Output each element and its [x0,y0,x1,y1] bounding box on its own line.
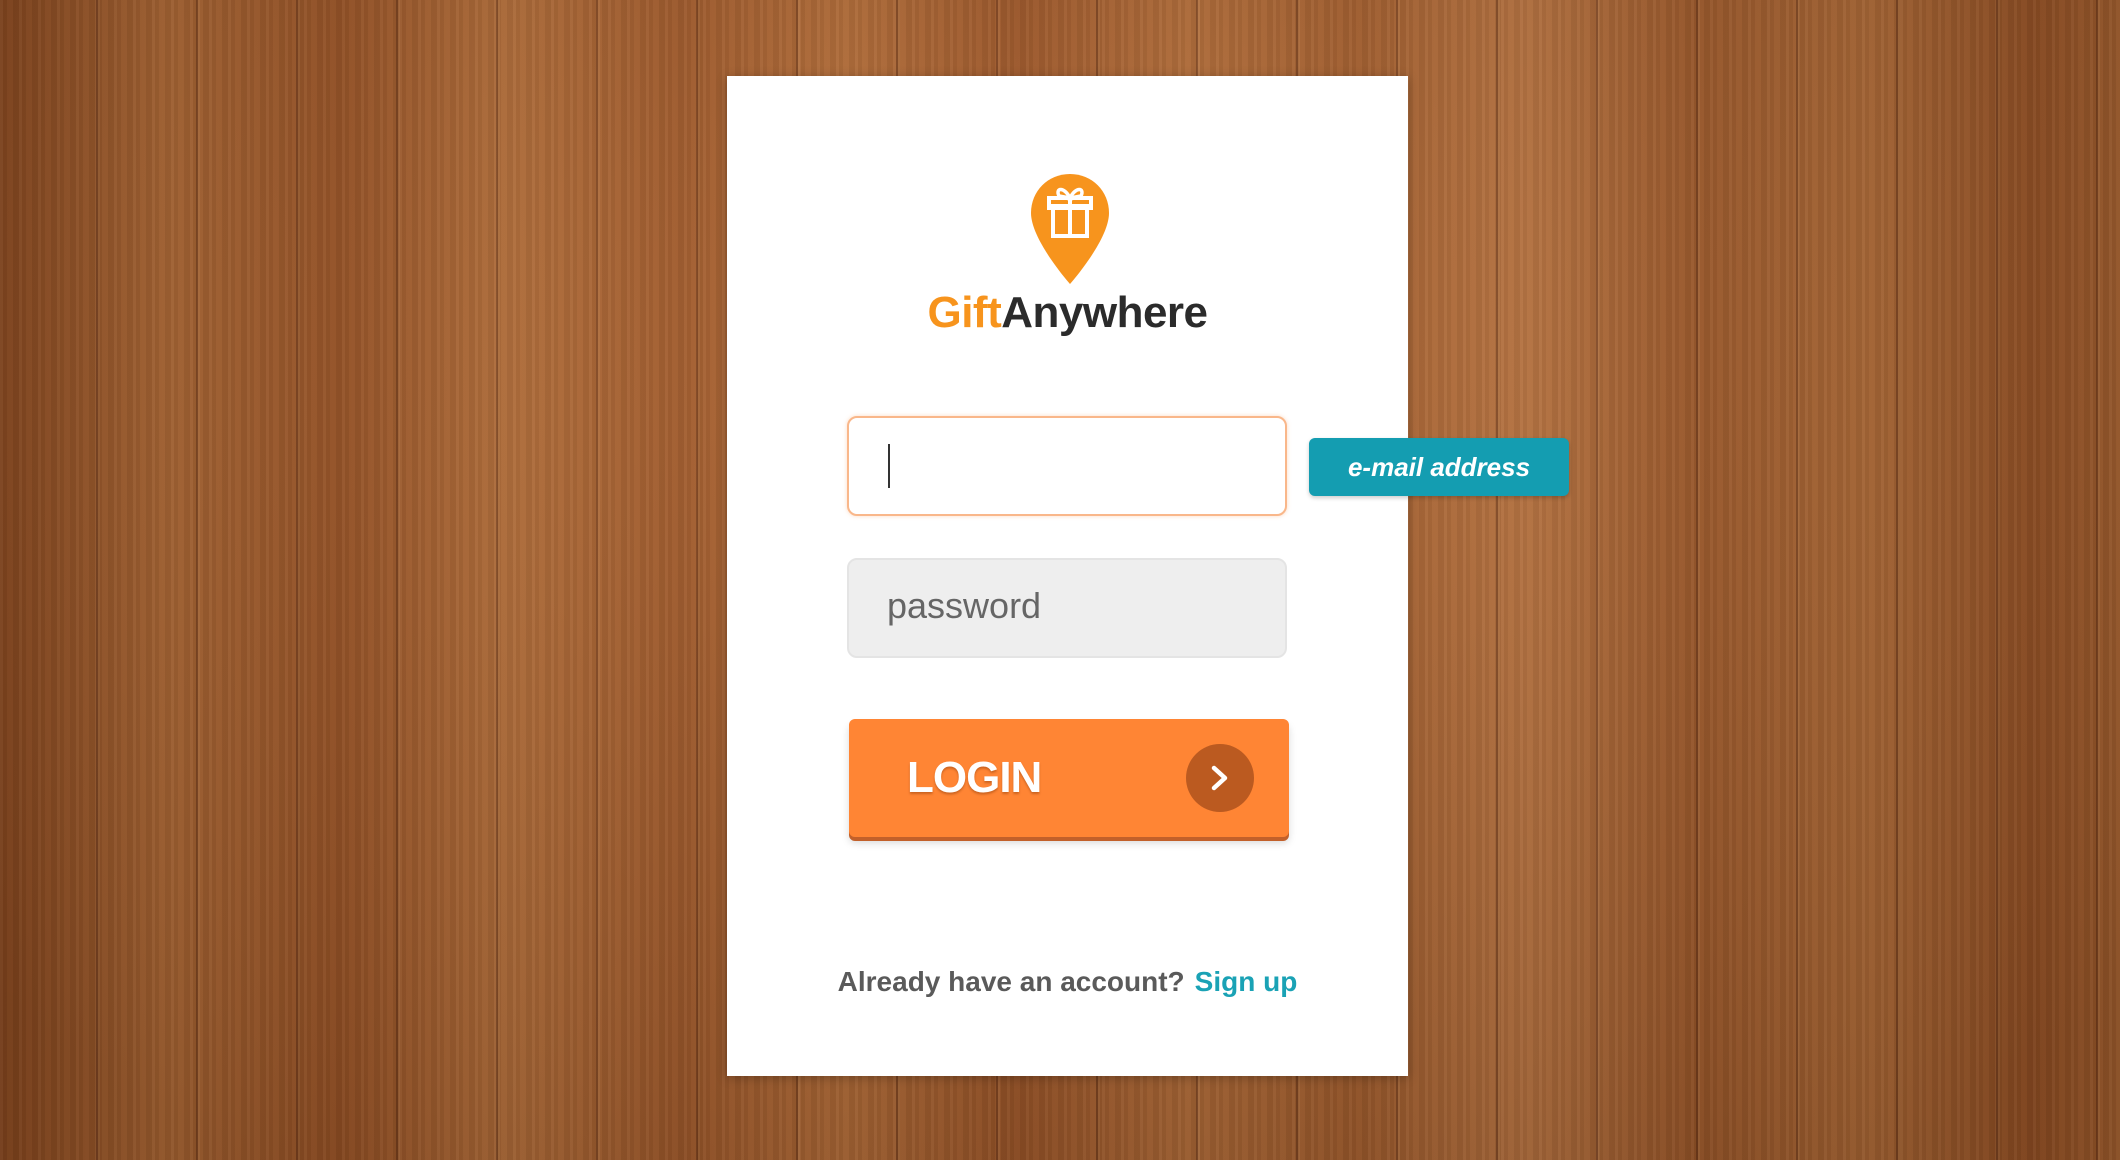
gift-location-pin-icon [1029,172,1111,286]
email-field[interactable] [847,416,1287,516]
signup-prompt-text: Already have an account? [837,966,1185,997]
brand-name-gift: Gift [927,288,1002,337]
brand-name-anywhere: Anywhere [1001,288,1208,337]
text-caret [888,444,890,488]
login-button-label: LOGIN [907,753,1042,802]
chevron-right-icon [1186,744,1254,812]
login-button[interactable]: LOGIN [849,719,1289,837]
email-field-tooltip: e-mail address [1309,438,1569,496]
signup-prompt-row: Already have an account? Sign up [727,966,1408,998]
password-placeholder: password [887,585,1042,626]
password-field[interactable]: password [847,558,1287,658]
brand-logo-text: GiftAnywhere [727,288,1408,338]
login-card: GiftAnywhere password LOGIN Already have… [727,76,1408,1076]
sign-up-link[interactable]: Sign up [1195,966,1298,997]
